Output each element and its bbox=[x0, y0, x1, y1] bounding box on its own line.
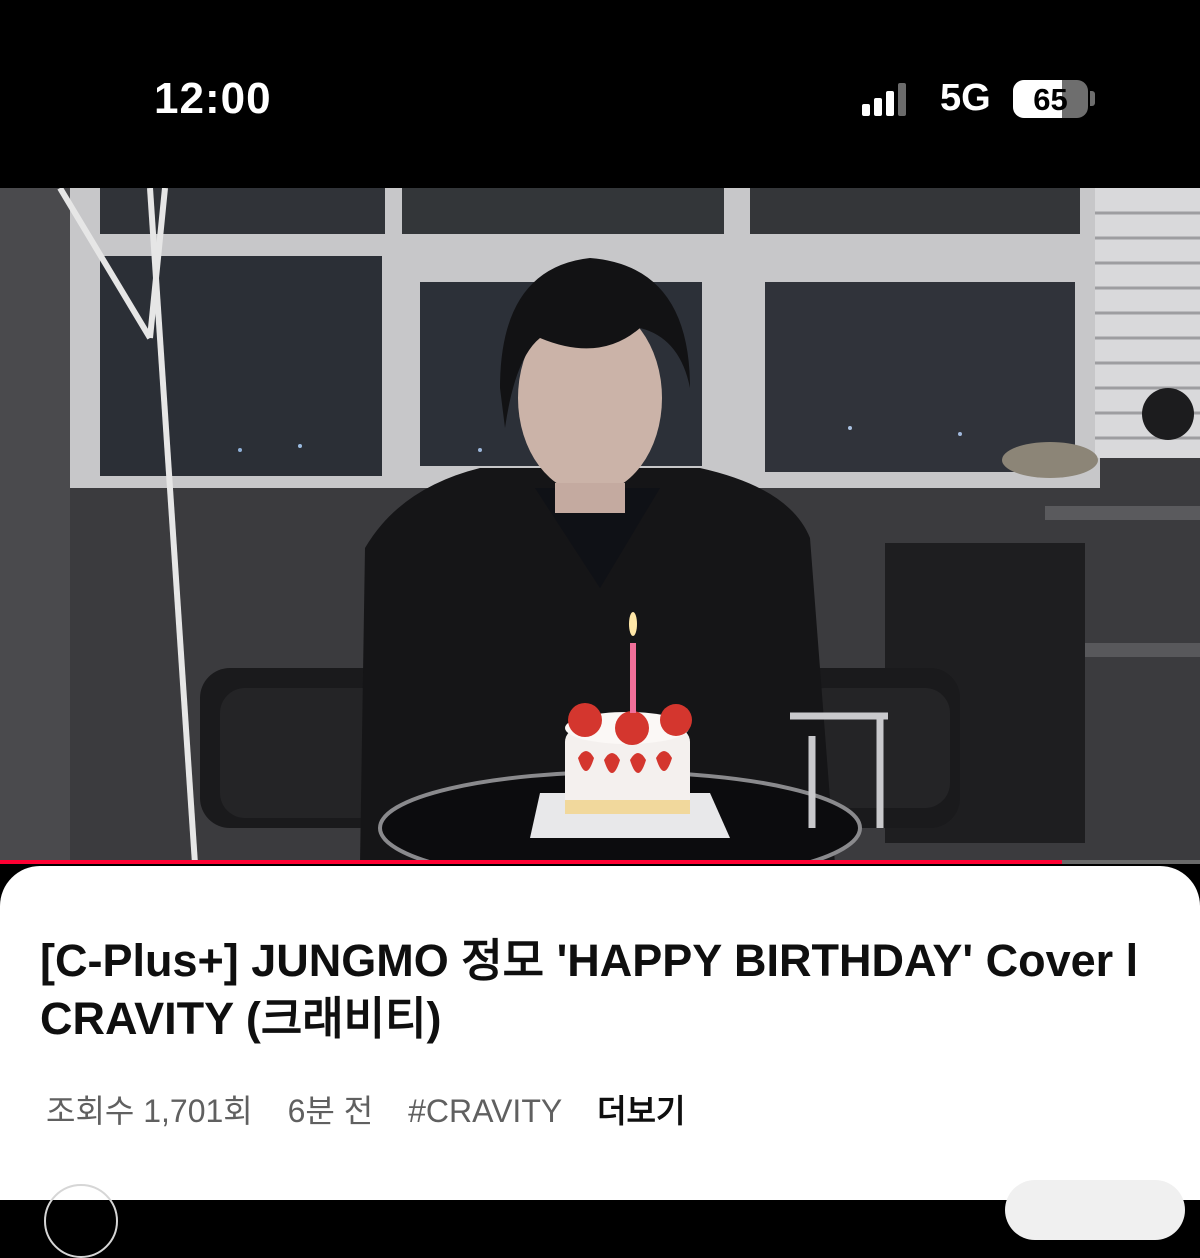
channel-avatar[interactable] bbox=[44, 1184, 118, 1258]
video-info-panel: [C-Plus+] JUNGMO 정모 'HAPPY BIRTHDAY' Cov… bbox=[0, 866, 1200, 1258]
video-frame bbox=[0, 188, 1200, 864]
more-button[interactable]: 더보기 bbox=[597, 1093, 685, 1129]
subscribe-button[interactable] bbox=[1005, 1180, 1185, 1240]
video-title[interactable]: [C-Plus+] JUNGMO 정모 'HAPPY BIRTHDAY' Cov… bbox=[40, 932, 1150, 1048]
battery-percentage: 65 bbox=[1033, 82, 1068, 117]
upload-time: 6분 전 bbox=[287, 1093, 374, 1129]
view-count: 조회수 1,701회 bbox=[46, 1093, 253, 1129]
status-bar: 12:00 5G 65 bbox=[0, 0, 1200, 188]
battery-tip bbox=[1090, 91, 1095, 106]
video-progress-bar[interactable] bbox=[0, 860, 1200, 864]
network-type: 5G bbox=[940, 77, 991, 119]
status-time: 12:00 bbox=[154, 74, 272, 123]
hashtag-link[interactable]: #CRAVITY bbox=[408, 1093, 562, 1129]
video-metadata[interactable]: 조회수 1,701회 6분 전 #CRAVITY 더보기 bbox=[46, 1086, 685, 1132]
video-progress-fill bbox=[0, 860, 1062, 864]
battery-icon: 65 bbox=[1013, 80, 1088, 118]
cellular-signal-icon bbox=[862, 82, 908, 116]
video-player[interactable] bbox=[0, 188, 1200, 864]
